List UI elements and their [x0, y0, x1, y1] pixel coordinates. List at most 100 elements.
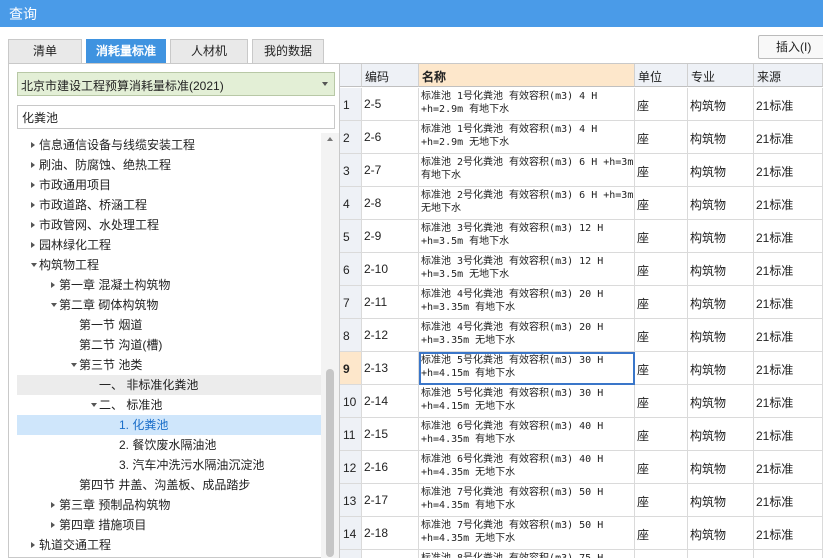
tree-node[interactable]: 第三节 池类: [17, 355, 321, 375]
name-cell[interactable]: 标准池 1号化粪池 有效容积(m3) 4 H +h=2.9m 有地下水: [419, 88, 635, 121]
code-cell[interactable]: 2-5: [362, 88, 419, 121]
collapsed-arrow-icon[interactable]: [31, 182, 35, 188]
source-cell[interactable]: 21标准: [754, 517, 823, 550]
source-cell[interactable]: 21标准: [754, 253, 823, 286]
profession-cell[interactable]: 构筑物: [688, 187, 754, 220]
tree-node[interactable]: 一、 非标准化粪池: [17, 375, 321, 395]
tree-node[interactable]: 第一章 混凝土构筑物: [17, 275, 321, 295]
source-cell[interactable]: 21标准: [754, 319, 823, 352]
expanded-arrow-icon[interactable]: [51, 303, 57, 307]
row-number[interactable]: 2: [340, 121, 362, 154]
collapsed-arrow-icon[interactable]: [31, 162, 35, 168]
code-cell[interactable]: 2-15: [362, 418, 419, 451]
source-cell[interactable]: 21标准: [754, 385, 823, 418]
collapsed-arrow-icon[interactable]: [31, 542, 35, 548]
header-code[interactable]: 编码: [362, 64, 419, 87]
source-cell[interactable]: 21标准: [754, 154, 823, 187]
unit-cell[interactable]: 座: [635, 286, 688, 319]
header-name[interactable]: 名称: [419, 64, 635, 87]
row-number[interactable]: [340, 550, 362, 558]
collapsed-arrow-icon[interactable]: [31, 222, 35, 228]
expanded-arrow-icon[interactable]: [91, 403, 97, 407]
tree-node[interactable]: 第三章 预制品构筑物: [17, 495, 321, 515]
name-cell[interactable]: 标准池 7号化粪池 有效容积(m3) 50 H +h=4.35m 有地下水: [419, 484, 635, 517]
unit-cell[interactable]: [635, 550, 688, 558]
name-cell[interactable]: 标准池 8号化粪池 有效容积(m3) 75 H: [419, 550, 635, 558]
unit-cell[interactable]: 座: [635, 385, 688, 418]
row-number[interactable]: 3: [340, 154, 362, 187]
profession-cell[interactable]: 构筑物: [688, 220, 754, 253]
scroll-thumb[interactable]: [326, 369, 334, 557]
tree-scrollbar[interactable]: [321, 133, 339, 558]
profession-cell[interactable]: 构筑物: [688, 319, 754, 352]
profession-cell[interactable]: 构筑物: [688, 352, 754, 385]
code-cell[interactable]: 2-17: [362, 484, 419, 517]
name-cell[interactable]: 标准池 3号化粪池 有效容积(m3) 12 H +h=3.5m 有地下水: [419, 220, 635, 253]
unit-cell[interactable]: 座: [635, 451, 688, 484]
scroll-up-icon[interactable]: [327, 137, 333, 141]
code-cell[interactable]: [362, 550, 419, 558]
collapsed-arrow-icon[interactable]: [31, 142, 35, 148]
source-cell[interactable]: 21标准: [754, 484, 823, 517]
name-cell[interactable]: 标准池 2号化粪池 有效容积(m3) 6 H +h=3m 无地下水: [419, 187, 635, 220]
row-number[interactable]: 11: [340, 418, 362, 451]
tree-node[interactable]: 第一节 烟道: [17, 315, 321, 335]
code-cell[interactable]: 2-11: [362, 286, 419, 319]
unit-cell[interactable]: 座: [635, 418, 688, 451]
name-cell[interactable]: 标准池 5号化粪池 有效容积(m3) 30 H +h=4.15m 无地下水: [419, 385, 635, 418]
code-cell[interactable]: 2-9: [362, 220, 419, 253]
expanded-arrow-icon[interactable]: [71, 363, 77, 367]
tab-labor-material-machine[interactable]: 人材机: [170, 39, 248, 63]
code-cell[interactable]: 2-16: [362, 451, 419, 484]
header-source[interactable]: 来源: [754, 64, 823, 87]
tree-node[interactable]: 构筑物工程: [17, 255, 321, 275]
source-cell[interactable]: 21标准: [754, 451, 823, 484]
tree-node[interactable]: 市政管网、水处理工程: [17, 215, 321, 235]
source-cell[interactable]: 21标准: [754, 88, 823, 121]
profession-cell[interactable]: 构筑物: [688, 385, 754, 418]
tree-node[interactable]: 市政道路、桥涵工程: [17, 195, 321, 215]
code-cell[interactable]: 2-14: [362, 385, 419, 418]
code-cell[interactable]: 2-8: [362, 187, 419, 220]
name-cell[interactable]: 标准池 3号化粪池 有效容积(m3) 12 H +h=3.5m 无地下水: [419, 253, 635, 286]
profession-cell[interactable]: 构筑物: [688, 418, 754, 451]
search-input[interactable]: [17, 105, 335, 129]
collapsed-arrow-icon[interactable]: [51, 502, 55, 508]
collapsed-arrow-icon[interactable]: [31, 242, 35, 248]
row-number[interactable]: 8: [340, 319, 362, 352]
row-number[interactable]: 9: [340, 352, 362, 385]
row-number[interactable]: 4: [340, 187, 362, 220]
tree-node[interactable]: 3. 汽车冲洗污水隔油沉淀池: [17, 455, 321, 475]
source-cell[interactable]: 21标准: [754, 121, 823, 154]
unit-cell[interactable]: 座: [635, 154, 688, 187]
tree-node[interactable]: 轨道交通工程: [17, 535, 321, 555]
tree-node[interactable]: 第二节 沟道(槽): [17, 335, 321, 355]
code-cell[interactable]: 2-7: [362, 154, 419, 187]
name-cell[interactable]: 标准池 4号化粪池 有效容积(m3) 20 H +h=3.35m 有地下水: [419, 286, 635, 319]
row-number[interactable]: 5: [340, 220, 362, 253]
header-profession[interactable]: 专业: [688, 64, 754, 87]
code-cell[interactable]: 2-12: [362, 319, 419, 352]
row-number[interactable]: 13: [340, 484, 362, 517]
row-number[interactable]: 12: [340, 451, 362, 484]
profession-cell[interactable]: 构筑物: [688, 121, 754, 154]
tree-node[interactable]: 第二章 砌体构筑物: [17, 295, 321, 315]
tree-node[interactable]: 第四章 措施项目: [17, 515, 321, 535]
collapsed-arrow-icon[interactable]: [51, 522, 55, 528]
unit-cell[interactable]: 座: [635, 484, 688, 517]
unit-cell[interactable]: 座: [635, 88, 688, 121]
code-cell[interactable]: 2-13: [362, 352, 419, 385]
standard-select[interactable]: 北京市建设工程预算消耗量标准(2021): [17, 72, 335, 96]
header-rownum[interactable]: [340, 64, 362, 87]
source-cell[interactable]: [754, 550, 823, 558]
tree-node[interactable]: 二、 标准池: [17, 395, 321, 415]
profession-cell[interactable]: 构筑物: [688, 517, 754, 550]
profession-cell[interactable]: 构筑物: [688, 451, 754, 484]
source-cell[interactable]: 21标准: [754, 352, 823, 385]
row-number[interactable]: 7: [340, 286, 362, 319]
tree-node[interactable]: 2. 餐饮废水隔油池: [17, 435, 321, 455]
name-cell[interactable]: 标准池 6号化粪池 有效容积(m3) 40 H +h=4.35m 无地下水: [419, 451, 635, 484]
profession-cell[interactable]: [688, 550, 754, 558]
name-cell[interactable]: 标准池 4号化粪池 有效容积(m3) 20 H +h=3.35m 无地下水: [419, 319, 635, 352]
name-cell[interactable]: 标准池 2号化粪池 有效容积(m3) 6 H +h=3m 有地下水: [419, 154, 635, 187]
